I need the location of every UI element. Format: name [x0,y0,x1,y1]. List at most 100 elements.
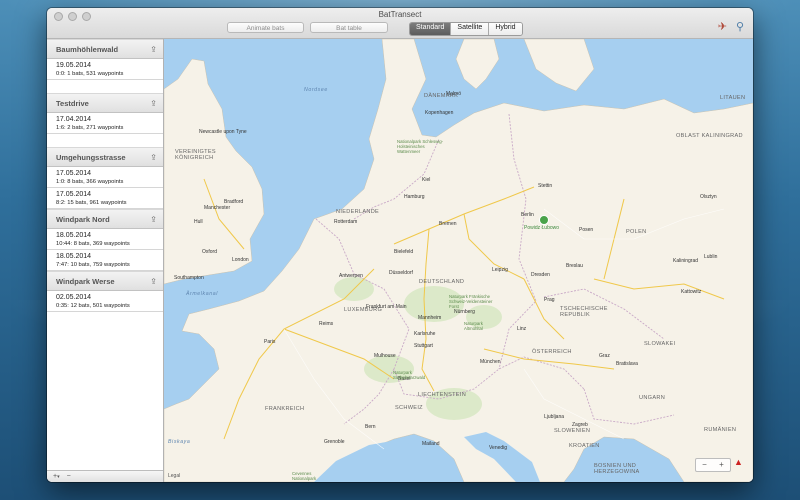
map-type-segmented-control: Standard Satellite Hybrid [409,22,523,36]
country-label: BOSNIEN UND HERZEGOWINA [594,463,640,475]
group-baumhoehlenwald: Baumhöhlenwald ⇪ 19.05.2014 0:0: 1 bats, 5… [47,39,163,93]
group-testdrive: Testdrive ⇪ 17.04.2014 1:6: 2 bats, 271 wa… [47,93,163,147]
window-title: BatTransect [378,10,422,19]
city-label: Linz [517,326,527,332]
record-date: 19.05.2014 [56,62,92,69]
city-label: London [232,257,249,263]
list-item[interactable]: 18.05.2014 10:44: 8 bats, 369 waypoints [47,229,163,250]
app-window: BatTransect Animate bats Bat table Stand… [47,8,753,482]
park-label: Naturpark Altmühltal [464,321,483,331]
map-type-standard[interactable]: Standard [410,23,451,35]
city-label: Posen [579,227,594,233]
city-label: Grenoble [324,439,345,445]
record-date: 17.05.2014 [56,191,92,198]
park-label: Naturpark Südschwarzwald [393,370,426,380]
country-label: FRANKREICH [265,406,305,412]
legal-link[interactable]: Legal [168,473,180,479]
city-label: Bratislava [616,361,638,367]
bat-table-button[interactable]: Bat table [310,22,388,33]
map-pin-icon[interactable] [539,215,549,225]
city-label: Karlsruhe [414,331,436,337]
country-label: SLOWENIEN [554,428,591,434]
city-label: Antwerpen [339,273,363,279]
city-label: Mannheim [418,315,442,321]
city-label: Kaliningrad [673,258,699,264]
bat-icon[interactable]: ✈ [718,20,727,33]
record-date: 17.04.2014 [56,116,92,123]
share-icon[interactable]: ⇪ [150,272,157,292]
country-label: ÖSTERREICH [532,349,572,355]
group-name: Umgehungsstrasse [56,153,126,162]
group-name: Testdrive [56,99,89,108]
city-label: Ljubljana [544,414,565,420]
record-date: 17.05.2014 [56,170,92,177]
country-label: UNGARN [639,395,666,401]
share-icon[interactable]: ⇪ [150,94,157,114]
group-header[interactable]: Testdrive ⇪ [47,93,163,113]
country-label: TSCHECHISCHE REPUBLIK [560,306,608,318]
remove-group-button[interactable]: − [67,473,71,480]
spacer [47,134,163,147]
land-scandinavia [455,39,595,92]
list-item[interactable]: 17.04.2014 1:6: 2 bats, 271 waypoints [47,113,163,134]
group-header[interactable]: Windpark Nord ⇪ [47,209,163,229]
city-label: Nürnberg [454,309,475,315]
record-detail: 1:6: 2 bats, 271 waypoints [56,125,124,131]
share-icon[interactable]: ⇪ [150,210,157,230]
city-label: Paris [264,339,276,345]
sidebar-footer: +▾ − [47,470,163,482]
city-label: Stuttgart [414,343,433,349]
city-label: Oxford [202,249,218,255]
zoom-in-button[interactable]: + [719,459,724,471]
record-detail: 7:47: 10 bats, 759 waypoints [56,262,130,268]
city-label: Reims [319,321,334,327]
country-label: NIEDERLANDE [336,209,380,215]
country-label: VEREINIGTES KÖNIGREICH [175,149,216,161]
park-label: Nationalpark Schleswig-Holsteinisches Wa… [397,139,444,154]
city-label: Prag [544,297,555,303]
map-canvas [164,39,753,482]
map-type-satellite[interactable]: Satellite [450,23,489,35]
group-header[interactable]: Baumhöhlenwald ⇪ [47,39,163,59]
city-label: Mulhouse [374,353,396,359]
group-windpark-nord: Windpark Nord ⇪ 18.05.2014 10:44: 8 bats, … [47,209,163,271]
group-header[interactable]: Windpark Werse ⇪ [47,271,163,291]
record-date: 02.05.2014 [56,294,92,301]
city-label: Kopenhagen [425,110,454,116]
city-label: Olsztyn [700,194,717,200]
list-item[interactable]: 17.05.2014 1:0: 8 bats, 366 waypoints [47,167,163,188]
city-label: Lublin [704,254,718,260]
list-item[interactable]: 02.05.2014 0:35: 12 bats, 501 waypoints [47,291,163,312]
city-label: Kiel [422,177,431,183]
sea-label: Biskaya [168,439,191,445]
country-label: SLOWAKEI [644,341,676,347]
park-label: Naturpark Fränkische Schweiz-Veldenstein… [449,294,493,309]
zoom-out-button[interactable]: − [702,459,707,471]
sea-label: Nordsee [304,87,328,93]
share-icon[interactable]: ⇪ [150,148,157,168]
record-date: 18.05.2014 [56,253,92,260]
list-item[interactable]: 18.05.2014 7:47: 10 bats, 759 waypoints [47,250,163,271]
group-windpark-werse: Windpark Werse ⇪ 02.05.2014 0:35: 12 bats,… [47,271,163,312]
city-label: Venedig [489,445,508,451]
list-item[interactable]: 19.05.2014 0:0: 1 bats, 531 waypoints [47,59,163,80]
country-label: LITAUEN [720,95,746,101]
list-item[interactable]: 17.05.2014 8:2: 15 bats, 961 waypoints [47,188,163,209]
city-label: Bremen [439,221,457,227]
record-detail: 8:2: 15 bats, 961 waypoints [56,200,127,206]
record-detail: 0:0: 1 bats, 531 waypoints [56,71,124,77]
city-label: Hull [194,219,203,225]
map-type-hybrid[interactable]: Hybrid [488,23,522,35]
group-header[interactable]: Umgehungsstrasse ⇪ [47,147,163,167]
country-label: POLEN [626,229,647,235]
titlebar: BatTransect Animate bats Bat table Stand… [47,8,753,39]
country-label: OBLAST KALININGRAD [676,133,743,139]
zoom-control: − + [695,458,731,472]
compass-icon[interactable]: ▲ [732,457,745,474]
search-icon[interactable]: ⚲ [736,20,744,33]
share-icon[interactable]: ⇪ [150,40,157,60]
add-menu-chevron-icon[interactable]: ▾ [57,474,60,480]
animate-bats-button[interactable]: Animate bats [227,22,304,33]
city-label: München [480,359,501,365]
map-view[interactable]: DÄNEMARK VEREINIGTES KÖNIGREICH NIEDERLAN… [164,39,753,482]
